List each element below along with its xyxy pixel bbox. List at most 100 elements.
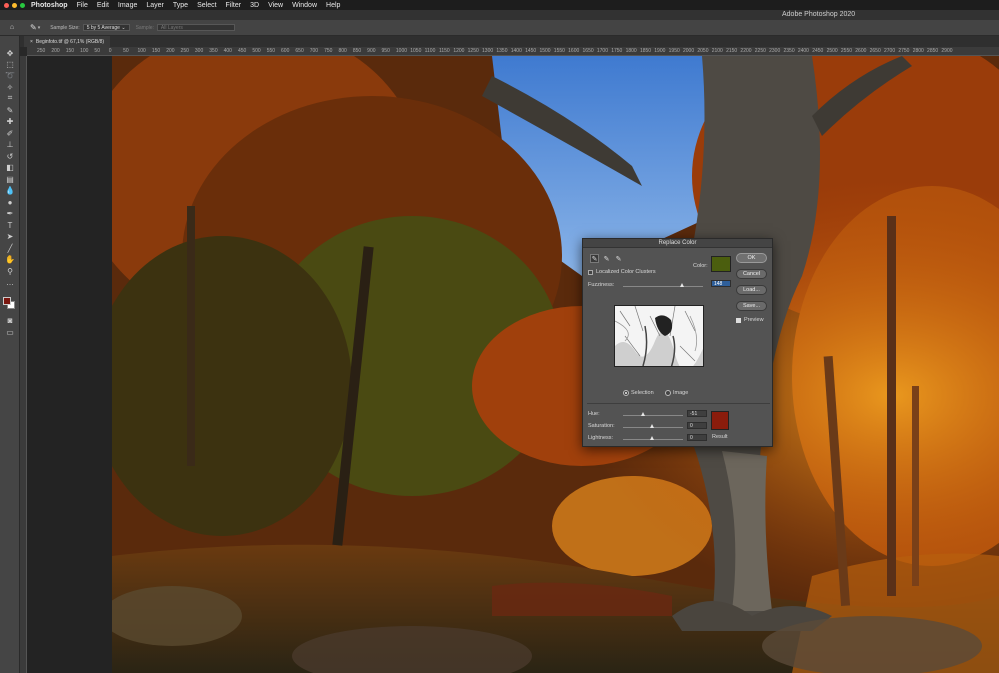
- dialog-title: Replace Color: [583, 239, 772, 248]
- ruler-tick-label: 2300: [769, 48, 781, 54]
- clone-stamp-tool-icon[interactable]: ⊥: [4, 139, 16, 149]
- saturation-slider-thumb[interactable]: [650, 424, 654, 428]
- sample-size-select[interactable]: 5 by 5 Average ⌄: [82, 24, 130, 31]
- close-icon[interactable]: ×: [30, 39, 33, 45]
- ruler-tick-label: 1000: [395, 48, 408, 54]
- type-tool-icon[interactable]: T: [4, 220, 16, 230]
- ruler-tick-label: 2650: [869, 48, 881, 54]
- menu-window[interactable]: Window: [292, 2, 317, 9]
- ruler-tick-label: 950: [381, 48, 390, 54]
- lightness-label: Lightness:: [588, 435, 614, 441]
- fuzziness-slider-track[interactable]: [623, 286, 703, 287]
- more-tools-icon[interactable]: …: [4, 277, 16, 287]
- ruler-tick-label: 450: [237, 48, 247, 54]
- healing-brush-tool-icon[interactable]: ✚: [4, 116, 16, 126]
- ruler-tick-label: 1800: [625, 48, 637, 54]
- ruler-tick-label: 200: [51, 48, 60, 54]
- ruler-tick-label: 700: [309, 48, 319, 54]
- image-canvas[interactable]: [112, 56, 999, 673]
- ruler-tick-label: 2450: [812, 48, 824, 54]
- save-button[interactable]: Save...: [736, 301, 767, 311]
- crop-tool-icon[interactable]: ⌗: [4, 93, 16, 103]
- ruler-tick-label: 1300: [482, 48, 494, 54]
- menu-file[interactable]: File: [77, 2, 88, 9]
- lasso-tool-icon[interactable]: ➰: [4, 70, 16, 80]
- path-selection-tool-icon[interactable]: ➤: [4, 231, 16, 241]
- ruler-tick-label: 1950: [668, 48, 680, 54]
- saturation-input[interactable]: 0: [687, 422, 707, 429]
- sample-color-swatch[interactable]: [711, 256, 731, 272]
- chevron-down-icon[interactable]: ▾: [38, 25, 41, 31]
- eyedropper-plus-icon[interactable]: ✎: [602, 254, 611, 263]
- sample-select[interactable]: All Layers: [156, 24, 235, 31]
- menu-3d[interactable]: 3D: [250, 2, 259, 9]
- eyedropper-tool-icon[interactable]: ✎: [4, 105, 16, 115]
- foreground-color-swatch[interactable]: [3, 297, 11, 305]
- eyedropper-minus-icon[interactable]: ✎: [614, 254, 623, 263]
- fuzziness-input[interactable]: 148: [711, 280, 731, 287]
- ruler-tick-label: 150: [65, 48, 75, 54]
- menu-help[interactable]: Help: [326, 2, 340, 9]
- gradient-tool-icon[interactable]: ▤: [4, 174, 16, 184]
- marquee-tool-icon[interactable]: ⬚: [4, 59, 16, 69]
- app-menu[interactable]: Photoshop: [31, 2, 68, 9]
- result-color-swatch[interactable]: [711, 411, 729, 430]
- ruler-tick-label: 2000: [683, 48, 695, 54]
- cancel-button[interactable]: Cancel: [736, 269, 767, 279]
- hue-input[interactable]: -51: [687, 410, 707, 417]
- menu-view[interactable]: View: [268, 2, 283, 9]
- dialog-divider: [587, 403, 770, 404]
- zoom-window-button[interactable]: [20, 2, 25, 8]
- horizontal-ruler: 250 200 150 100 50 0 50 100 150 200 250 300 350 400 45…: [27, 47, 999, 56]
- ok-button[interactable]: OK: [736, 253, 767, 263]
- menu-image[interactable]: Image: [118, 2, 137, 9]
- minimize-window-button[interactable]: [12, 2, 17, 8]
- selection-radio[interactable]: [623, 390, 629, 396]
- preview-checkbox[interactable]: [736, 318, 741, 323]
- ruler-tick-label: 1550: [553, 48, 565, 54]
- menu-type[interactable]: Type: [173, 2, 188, 9]
- localized-color-clusters-checkbox[interactable]: [588, 270, 593, 275]
- zoom-tool-icon[interactable]: ⚲: [4, 266, 16, 276]
- ruler-tick-label: 1850: [639, 48, 652, 54]
- eyedropper-icon[interactable]: ✎: [590, 254, 599, 263]
- document-tab[interactable]: × Beginfoto.tif @ 67,1% (RGB/8): [24, 36, 111, 47]
- ruler-tick-label: 2050: [697, 48, 709, 54]
- ruler-tick-label: 200: [166, 48, 175, 54]
- brush-tool-icon[interactable]: ✐: [4, 128, 16, 138]
- autumn-forest-photo: [112, 56, 999, 673]
- ruler-tick-label: 1400: [510, 48, 522, 54]
- hue-label: Hue:: [588, 411, 600, 417]
- quick-mask-icon[interactable]: ◙: [4, 315, 16, 325]
- ruler-tick-label: 300: [194, 48, 204, 54]
- menu-layer[interactable]: Layer: [146, 2, 164, 9]
- fuzziness-slider-thumb[interactable]: [679, 283, 684, 287]
- title-bar: Adobe Photoshop 2020: [0, 10, 999, 20]
- menu-select[interactable]: Select: [197, 2, 216, 9]
- eraser-tool-icon[interactable]: ◧: [4, 162, 16, 172]
- hue-slider-thumb[interactable]: [641, 412, 645, 416]
- hue-slider-track[interactable]: [623, 415, 683, 416]
- image-radio[interactable]: [665, 390, 671, 396]
- screen-mode-icon[interactable]: ▭: [4, 327, 16, 337]
- eyedropper-tool-preset-icon[interactable]: ✎: [30, 23, 37, 32]
- ruler-tick-label: 2100: [711, 48, 723, 54]
- pen-tool-icon[interactable]: ✒: [4, 208, 16, 218]
- magic-wand-tool-icon[interactable]: ✧: [4, 82, 16, 92]
- sample-value: All Layers: [160, 24, 183, 31]
- close-window-button[interactable]: [4, 2, 9, 8]
- ruler-tick-label: 2850: [927, 48, 939, 54]
- ruler-tick-label: 1200: [453, 48, 465, 54]
- lightness-input[interactable]: 0: [687, 434, 707, 441]
- menu-filter[interactable]: Filter: [226, 2, 242, 9]
- blur-tool-icon[interactable]: 💧: [4, 185, 16, 195]
- hand-tool-icon[interactable]: ✋: [4, 254, 16, 264]
- load-button[interactable]: Load...: [736, 285, 767, 295]
- move-tool-icon[interactable]: ✥: [4, 48, 16, 58]
- lightness-slider-thumb[interactable]: [650, 436, 654, 440]
- home-icon[interactable]: ⌂: [6, 23, 18, 33]
- line-tool-icon[interactable]: ╱: [4, 243, 16, 253]
- menu-edit[interactable]: Edit: [97, 2, 109, 9]
- dodge-tool-icon[interactable]: ●: [4, 197, 16, 207]
- history-brush-tool-icon[interactable]: ↺: [4, 151, 16, 161]
